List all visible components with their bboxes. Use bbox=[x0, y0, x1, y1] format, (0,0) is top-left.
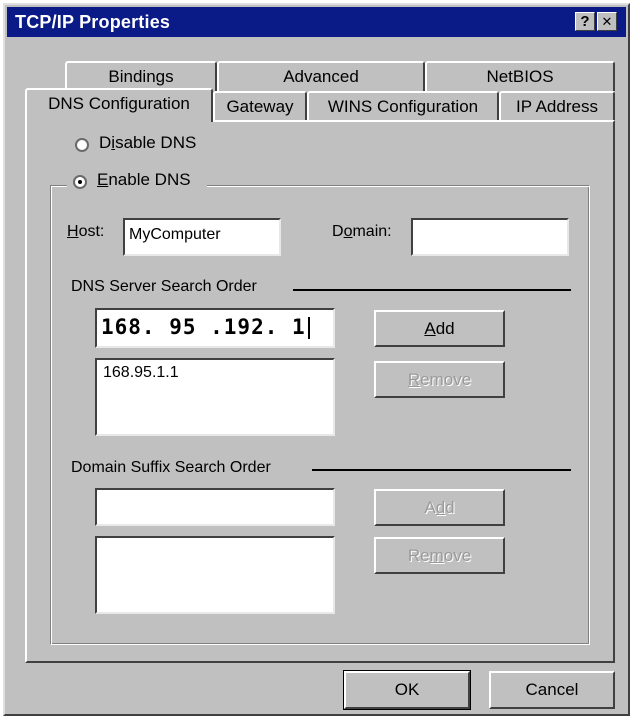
domain-suffix-list[interactable] bbox=[95, 536, 335, 614]
ip-value: 168. 95 .192. 1 bbox=[101, 315, 306, 339]
tab-ip-address[interactable]: IP Address bbox=[499, 91, 615, 121]
domain-suffix-input[interactable] bbox=[95, 488, 335, 526]
tab-bindings[interactable]: Bindings bbox=[65, 61, 217, 91]
window-title: TCP/IP Properties bbox=[15, 12, 171, 32]
tcpip-properties-dialog: TCP/IP Properties ? ✕ Bindings Advanced … bbox=[3, 3, 630, 716]
tab-advanced[interactable]: Advanced bbox=[217, 61, 425, 91]
server-add-button[interactable]: Add bbox=[374, 310, 505, 347]
text-cursor bbox=[307, 317, 310, 339]
dns-server-search-order-heading: DNS Server Search Order bbox=[71, 278, 257, 295]
domain-suffix-search-order-heading: Domain Suffix Search Order bbox=[71, 459, 271, 476]
enable-dns-label[interactable]: Enable DNS bbox=[97, 170, 191, 190]
ok-button[interactable]: OK bbox=[343, 670, 471, 710]
help-button[interactable]: ? bbox=[575, 12, 595, 31]
suffix-add-button[interactable]: Add bbox=[374, 489, 505, 526]
server-remove-button[interactable]: Remove bbox=[374, 361, 505, 398]
host-field[interactable]: MyComputer bbox=[123, 218, 281, 256]
tab-dns-configuration[interactable]: DNS Configuration bbox=[25, 88, 213, 122]
radio-selected-dot bbox=[78, 180, 82, 184]
domain-field[interactable] bbox=[411, 218, 569, 256]
tab-netbios[interactable]: NetBIOS bbox=[425, 61, 615, 91]
domain-label: Domain: bbox=[332, 223, 392, 240]
dns-server-list[interactable]: 168.95.1.1 bbox=[95, 358, 335, 436]
enable-dns-radio[interactable] bbox=[73, 175, 87, 189]
host-label: Host: bbox=[67, 223, 105, 240]
cancel-button[interactable]: Cancel bbox=[489, 671, 615, 709]
disable-dns-radio[interactable] bbox=[75, 138, 89, 152]
dns-server-heading-rule bbox=[293, 289, 571, 291]
close-button[interactable]: ✕ bbox=[597, 12, 617, 31]
title-bar[interactable]: TCP/IP Properties ? ✕ bbox=[7, 7, 626, 37]
tab-gateway[interactable]: Gateway bbox=[213, 91, 307, 121]
dns-server-ip-input[interactable]: 168. 95 .192. 1 bbox=[95, 308, 335, 348]
disable-dns-label[interactable]: Disable DNS bbox=[99, 133, 196, 153]
dns-server-list-item[interactable]: 168.95.1.1 bbox=[103, 364, 327, 382]
suffix-remove-button[interactable]: Remove bbox=[374, 537, 505, 574]
tab-wins-configuration[interactable]: WINS Configuration bbox=[307, 91, 499, 121]
domain-suffix-heading-rule bbox=[312, 469, 571, 471]
